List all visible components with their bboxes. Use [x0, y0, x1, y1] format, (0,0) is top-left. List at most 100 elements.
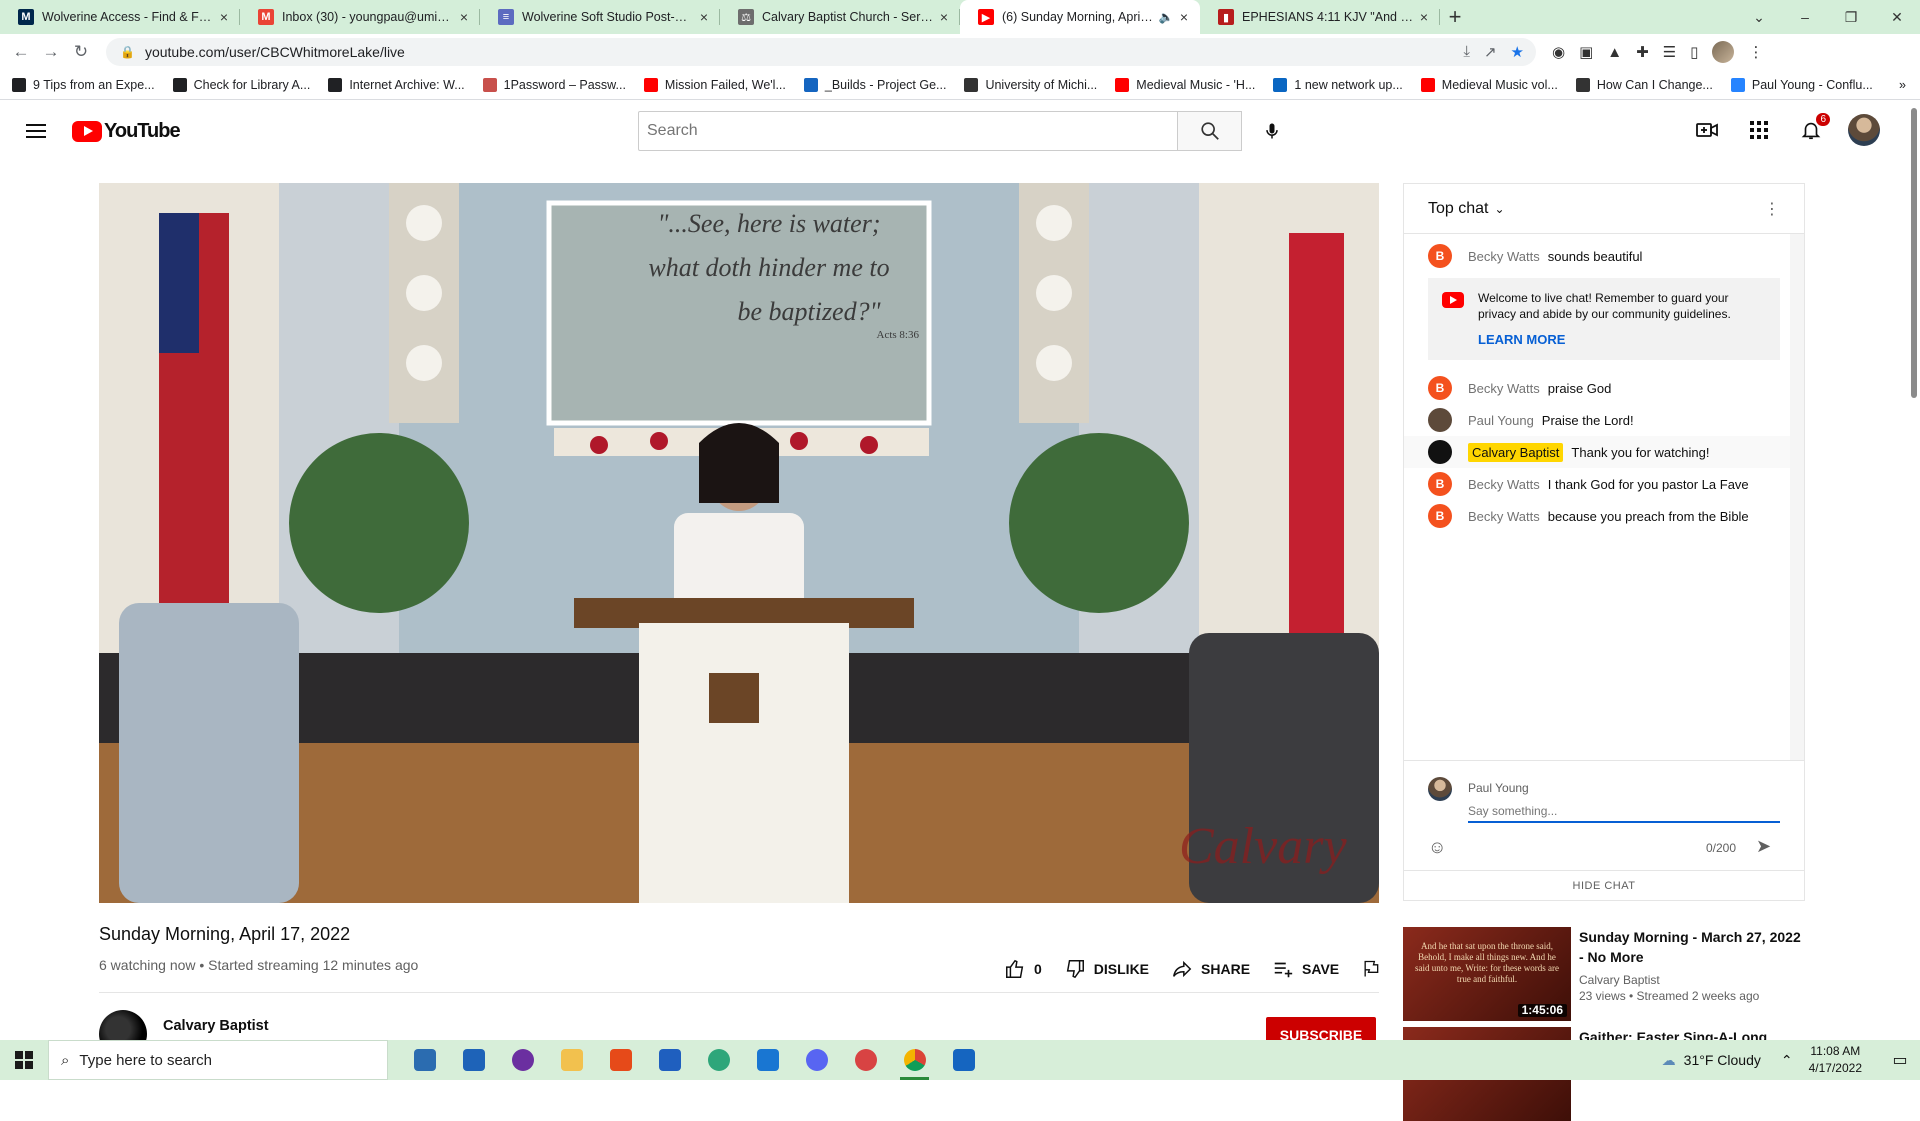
taskbar-app-office[interactable]	[596, 1040, 645, 1080]
chat-mode-selector[interactable]: Top chat	[1428, 200, 1488, 218]
chat-message-input[interactable]	[1468, 801, 1780, 823]
create-video-button[interactable]	[1692, 115, 1722, 145]
emoji-icon[interactable]: ☺	[1428, 837, 1446, 858]
chevron-up-icon[interactable]: ⌃	[1781, 1052, 1793, 1069]
taskbar-app-discord[interactable]	[792, 1040, 841, 1080]
share-page-icon[interactable]: ↗	[1484, 43, 1497, 61]
new-tab-icon[interactable]: +	[1440, 0, 1470, 34]
extension-icon[interactable]: ▲	[1607, 44, 1622, 61]
tab-search-icon[interactable]: ⌄	[1736, 9, 1782, 26]
chat-avatar[interactable]	[1428, 408, 1452, 432]
chat-avatar[interactable]: B	[1428, 504, 1452, 528]
browser-tab[interactable]: M Inbox (30) - youngpau@umich.edu ×	[240, 0, 480, 34]
recommended-title[interactable]: Sunday Morning - March 27, 2022 - No Mor…	[1579, 927, 1803, 967]
send-icon[interactable]: ➤	[1756, 836, 1771, 857]
chat-author[interactable]: Calvary Baptist	[1468, 442, 1564, 462]
forward-icon[interactable]: →	[36, 42, 66, 62]
chat-author[interactable]: Paul Young	[1468, 413, 1534, 428]
menu-icon[interactable]	[26, 124, 46, 138]
bookmark-item[interactable]: How Can I Change...	[1575, 77, 1713, 92]
back-icon[interactable]: ←	[6, 42, 36, 62]
video-player[interactable]: Calvary "...See, here is water; what dot…	[99, 183, 1379, 903]
bookmark-item[interactable]: Paul Young - Conflu...	[1730, 77, 1873, 92]
taskbar-app-obs[interactable]	[498, 1040, 547, 1080]
report-button[interactable]	[1361, 959, 1381, 979]
bookmark-star-icon[interactable]: ★	[1511, 43, 1524, 61]
chat-message[interactable]: B Becky Watts praise God	[1404, 372, 1804, 404]
learn-more-link[interactable]: LEARN MORE	[1478, 332, 1766, 348]
taskbar-app-photos[interactable]	[939, 1040, 988, 1080]
minimize-icon[interactable]: –	[1782, 9, 1828, 25]
chat-author[interactable]: Becky Watts	[1468, 381, 1540, 396]
share-button[interactable]: SHARE	[1171, 958, 1250, 980]
taskbar-app-explorer[interactable]	[547, 1040, 596, 1080]
voice-search-button[interactable]	[1252, 111, 1292, 151]
chat-scrollbar[interactable]	[1790, 234, 1804, 760]
chat-avatar[interactable]: B	[1428, 376, 1452, 400]
bookmarks-overflow-icon[interactable]: »	[1899, 78, 1906, 92]
close-window-icon[interactable]: ✕	[1874, 9, 1920, 26]
chat-message[interactable]: Paul Young Praise the Lord!	[1404, 404, 1804, 436]
bookmark-item[interactable]: Medieval Music - 'H...	[1115, 77, 1255, 92]
apps-button[interactable]	[1744, 115, 1774, 145]
restore-icon[interactable]: ❐	[1828, 9, 1874, 26]
bookmark-item[interactable]: Internet Archive: W...	[328, 77, 465, 92]
weather-widget[interactable]: ☁ 31°F Cloudy	[1662, 1052, 1761, 1069]
browser-tab[interactable]: M Wolverine Access - Find & Favorites ×	[0, 0, 240, 34]
close-tab-icon[interactable]: ×	[220, 9, 228, 25]
scrollbar-thumb[interactable]	[1911, 108, 1917, 398]
bookmark-item[interactable]: 1Password – Passw...	[482, 77, 626, 92]
video-thumbnail[interactable]: And he that sat upon the throne said, Be…	[1403, 927, 1571, 1021]
taskbar-search[interactable]: ⌕ Type here to search	[48, 1040, 388, 1080]
youtube-logo[interactable]: YouTube	[72, 120, 181, 143]
hide-chat-button[interactable]: HIDE CHAT	[1404, 870, 1804, 900]
user-avatar[interactable]	[1848, 114, 1880, 146]
reload-icon[interactable]: ↻	[66, 42, 96, 62]
search-button[interactable]	[1178, 111, 1242, 151]
close-tab-icon[interactable]: ×	[460, 9, 468, 25]
browser-tab[interactable]: ≡ Wolverine Soft Studio Post-Mortem ×	[480, 0, 720, 34]
chevron-down-icon[interactable]: ⌄	[1494, 202, 1504, 216]
chat-author[interactable]: Becky Watts	[1468, 477, 1540, 492]
chat-message[interactable]: B Becky Watts sounds beautiful	[1404, 240, 1804, 272]
chat-author[interactable]: Becky Watts	[1468, 509, 1540, 524]
page-scrollbar[interactable]	[1908, 100, 1920, 1040]
chat-avatar[interactable]: B	[1428, 472, 1452, 496]
chat-message[interactable]: B Becky Watts I thank God for you pastor L…	[1404, 468, 1804, 500]
browser-tab[interactable]: ⚖ Calvary Baptist Church - Sermons ×	[720, 0, 960, 34]
extensions-puzzle-icon[interactable]: ✚	[1636, 43, 1649, 61]
install-icon[interactable]: ⤓	[1463, 43, 1470, 61]
browser-tab[interactable]: ▮ EPHESIANS 4:11 KJV "And he gave ×	[1200, 0, 1440, 34]
close-tab-icon[interactable]: ×	[700, 9, 708, 25]
bookmark-item[interactable]: University of Michi...	[964, 77, 1097, 92]
close-tab-icon[interactable]: ×	[1180, 9, 1188, 25]
lock-icon[interactable]: 🔒	[120, 45, 135, 59]
browser-tab[interactable]: ▶ (6) Sunday Morning, April 17, 2022 🔈 ×	[960, 0, 1200, 34]
recommended-channel[interactable]: Calvary Baptist	[1579, 973, 1803, 987]
taskbar-app-store[interactable]	[400, 1040, 449, 1080]
chat-author[interactable]: Becky Watts	[1468, 249, 1540, 264]
extension-icon[interactable]: ◉	[1552, 43, 1565, 61]
start-button[interactable]	[0, 1051, 48, 1069]
chat-message[interactable]: B Becky Watts because you preach from the …	[1404, 500, 1804, 532]
search-input[interactable]	[638, 111, 1178, 151]
bookmark-item[interactable]: Check for Library A...	[172, 77, 310, 92]
like-button[interactable]: 0	[1004, 958, 1042, 980]
recommended-video[interactable]: And he that sat upon the throne said, Be…	[1403, 927, 1803, 1021]
taskbar-app-edge[interactable]	[694, 1040, 743, 1080]
bookmark-item[interactable]: _Builds - Project Ge...	[803, 77, 946, 92]
address-bar[interactable]: 🔒 youtube.com/user/CBCWhitmoreLake/live …	[106, 38, 1536, 66]
dislike-button[interactable]: DISLIKE	[1064, 958, 1149, 980]
side-panel-icon[interactable]: ▯	[1690, 43, 1698, 61]
taskbar-app-chrome[interactable]	[890, 1040, 939, 1080]
extension-icon[interactable]: ▣	[1579, 43, 1593, 61]
notification-center-icon[interactable]: ▭	[1880, 1050, 1920, 1070]
reading-list-icon[interactable]: ☰	[1663, 43, 1676, 61]
close-tab-icon[interactable]: ×	[940, 9, 948, 25]
browser-menu-icon[interactable]: ⋮	[1748, 43, 1763, 61]
taskbar-app-vscode[interactable]	[743, 1040, 792, 1080]
notifications-button[interactable]: 6	[1796, 112, 1831, 145]
speaker-icon[interactable]: 🔈	[1159, 10, 1174, 24]
bookmark-item[interactable]: Mission Failed, We'l...	[643, 77, 786, 92]
chat-avatar[interactable]	[1428, 440, 1452, 464]
